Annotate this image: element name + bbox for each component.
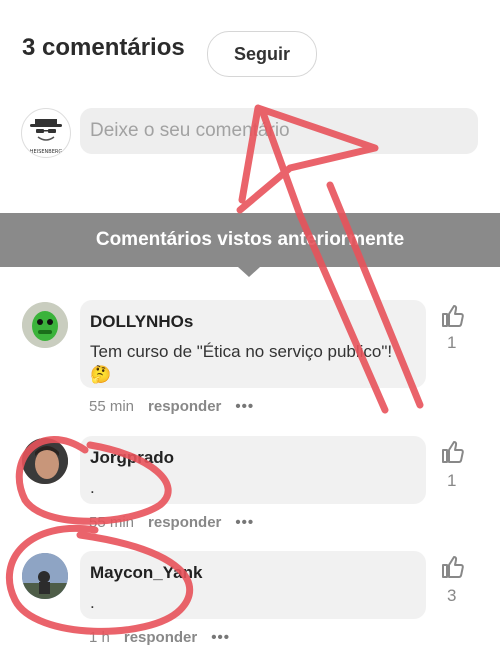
avatar-caption: HEISENBERG: [30, 149, 63, 155]
current-user-avatar: HEISENBERG: [21, 108, 71, 158]
comment-count-title: 3 comentários: [22, 34, 185, 61]
avatar[interactable]: [22, 553, 68, 599]
comment-text: Tem curso de "Ética no serviço publico"!…: [90, 342, 393, 384]
comment-bubble: Jorgprado .: [80, 436, 426, 504]
like-count: 1: [447, 471, 457, 490]
heisenberg-icon: HEISENBERG: [30, 119, 63, 155]
reply-button[interactable]: responder: [124, 629, 197, 646]
comment-bubble: DOLLYNHOs Tem curso de "Ética no serviço…: [80, 300, 426, 388]
previously-seen-banner: Comentários vistos anteriormente: [0, 213, 500, 267]
comment-author[interactable]: Maycon_Yank: [90, 563, 416, 583]
thumbs-up-icon[interactable]: [441, 440, 465, 464]
more-dots-icon[interactable]: •••: [211, 629, 230, 646]
like-count: 3: [447, 586, 457, 605]
comments-header: 3 comentários Seguir: [0, 0, 500, 100]
more-dots-icon[interactable]: •••: [235, 514, 254, 531]
comment-meta: 55 min responder •••: [89, 398, 254, 415]
banner-pointer: [238, 267, 260, 277]
reply-button[interactable]: responder: [148, 514, 221, 531]
comment-meta: 1 h responder •••: [89, 629, 230, 646]
like-count: 1: [447, 333, 457, 352]
comment-text: .: [90, 593, 95, 612]
avatar[interactable]: [22, 302, 68, 348]
thumbs-up-icon[interactable]: [441, 555, 465, 579]
comment-meta: 55 min responder •••: [89, 514, 254, 531]
comment-author[interactable]: Jorgprado: [90, 448, 416, 468]
comment-time: 55 min: [89, 514, 135, 531]
thumbs-up-icon[interactable]: [441, 304, 465, 328]
follow-button[interactable]: Seguir: [207, 31, 317, 77]
comment-input[interactable]: [80, 108, 478, 154]
reply-button[interactable]: responder: [148, 398, 221, 415]
comment-author[interactable]: DOLLYNHOs: [90, 312, 416, 332]
user-photo-icon: [22, 438, 68, 484]
comment-bubble: Maycon_Yank .: [80, 551, 426, 619]
green-character-icon: [22, 302, 68, 348]
more-dots-icon[interactable]: •••: [235, 398, 254, 415]
comment-time: 1 h: [89, 629, 110, 646]
user-photo-icon: [22, 553, 68, 599]
avatar[interactable]: [22, 438, 68, 484]
comment-text: .: [90, 478, 95, 497]
comment-time: 55 min: [89, 398, 135, 415]
